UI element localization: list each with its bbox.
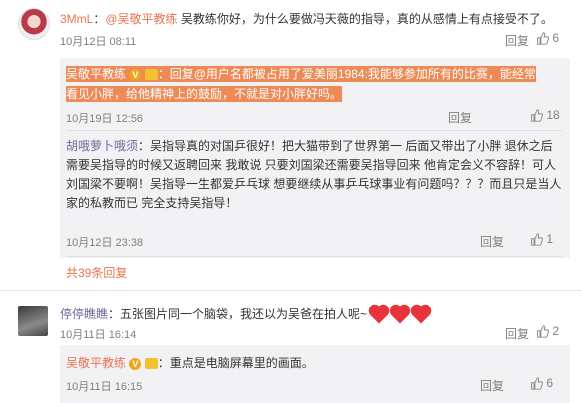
username-link[interactable]: 停停瞧瞧 — [60, 307, 108, 321]
thumbs-up-icon — [537, 32, 549, 46]
divider — [0, 290, 582, 291]
timestamp: 10月12日 08:11 — [60, 36, 137, 48]
thumbs-up-icon — [531, 377, 543, 391]
username-link[interactable]: 3MmL — [60, 12, 93, 26]
reply-button[interactable]: 回复 — [448, 109, 472, 126]
timestamp: 10月11日 16:15 — [66, 381, 143, 393]
reply-text: 吴敬平教练 V ：回复@用户名都被占用了爱美丽1984:我能够参加所有的比赛，能… — [66, 64, 546, 104]
timestamp: 10月19日 12:56 — [66, 113, 144, 125]
avatar[interactable] — [18, 8, 50, 40]
vip-icon — [144, 69, 158, 81]
comment-text: 停停瞧瞧：五张图片同一个脑袋，我还以为吴爸在拍人呢~ — [60, 305, 570, 324]
comment-text: 3MmL：@吴敬平教练 吴教练你好，为什么要做冯天薇的指导，真的从感情上有点接受… — [60, 12, 553, 26]
divider — [66, 256, 562, 257]
like-button[interactable]: 18 — [530, 108, 560, 123]
reply-text: 胡哦萝卜哦须：吴指导真的对国乒很好！把大猫带到了世界第一 后面又带出了小胖 退休… — [66, 137, 562, 213]
username-link[interactable]: 吴敬平教练 — [66, 67, 126, 81]
like-button[interactable]: 1 — [530, 232, 554, 247]
verified-icon: V — [129, 68, 142, 81]
like-count: 1 — [546, 232, 554, 246]
reply-body: ：重点是电脑屏幕里的画面。 — [157, 356, 314, 370]
thumbs-up-icon — [537, 325, 549, 339]
like-count: 18 — [546, 108, 560, 122]
heart-icon — [391, 306, 409, 324]
divider — [66, 130, 562, 131]
like-button[interactable]: 6 — [530, 376, 554, 391]
like-count: 6 — [552, 31, 560, 45]
heart-icon — [412, 306, 430, 324]
avatar[interactable] — [18, 306, 48, 336]
thumbs-up-icon — [531, 233, 543, 247]
username-link[interactable]: 吴敬平教练 — [66, 356, 126, 370]
heart-icon — [370, 306, 388, 324]
more-replies-link[interactable]: 共39条回复 — [66, 264, 127, 281]
timestamp: 10月12日 23:38 — [66, 237, 144, 249]
timestamp: 10月11日 16:14 — [60, 329, 137, 341]
username-link[interactable]: 胡哦萝卜哦须 — [66, 139, 138, 153]
comment-body: ：五张图片同一个脑袋，我还以为吴爸在拍人呢~ — [108, 307, 368, 321]
mention-link[interactable]: @吴敬平教练 — [105, 12, 177, 26]
like-button[interactable]: 6 — [536, 31, 560, 46]
thumbs-up-icon — [531, 109, 543, 123]
verified-icon: V — [129, 357, 142, 370]
reply-button[interactable]: 回复 — [480, 377, 504, 394]
like-button[interactable]: 2 — [536, 324, 560, 339]
reply-body: ：吴指导真的对国乒很好！把大猫带到了世界第一 后面又带出了小胖 退休之后需要吴指… — [66, 139, 562, 210]
like-count: 6 — [546, 376, 554, 390]
like-count: 2 — [552, 324, 560, 338]
vip-icon — [144, 358, 158, 370]
comment-body: 吴教练你好，为什么要做冯天薇的指导，真的从感情上有点接受不了。 — [177, 12, 553, 26]
reply-button[interactable]: 回复 — [480, 233, 504, 250]
reply-text: 吴敬平教练 V ：重点是电脑屏幕里的画面。 — [66, 354, 314, 371]
reply-button[interactable]: 回复 — [505, 325, 529, 342]
reply-button[interactable]: 回复 — [505, 32, 529, 49]
